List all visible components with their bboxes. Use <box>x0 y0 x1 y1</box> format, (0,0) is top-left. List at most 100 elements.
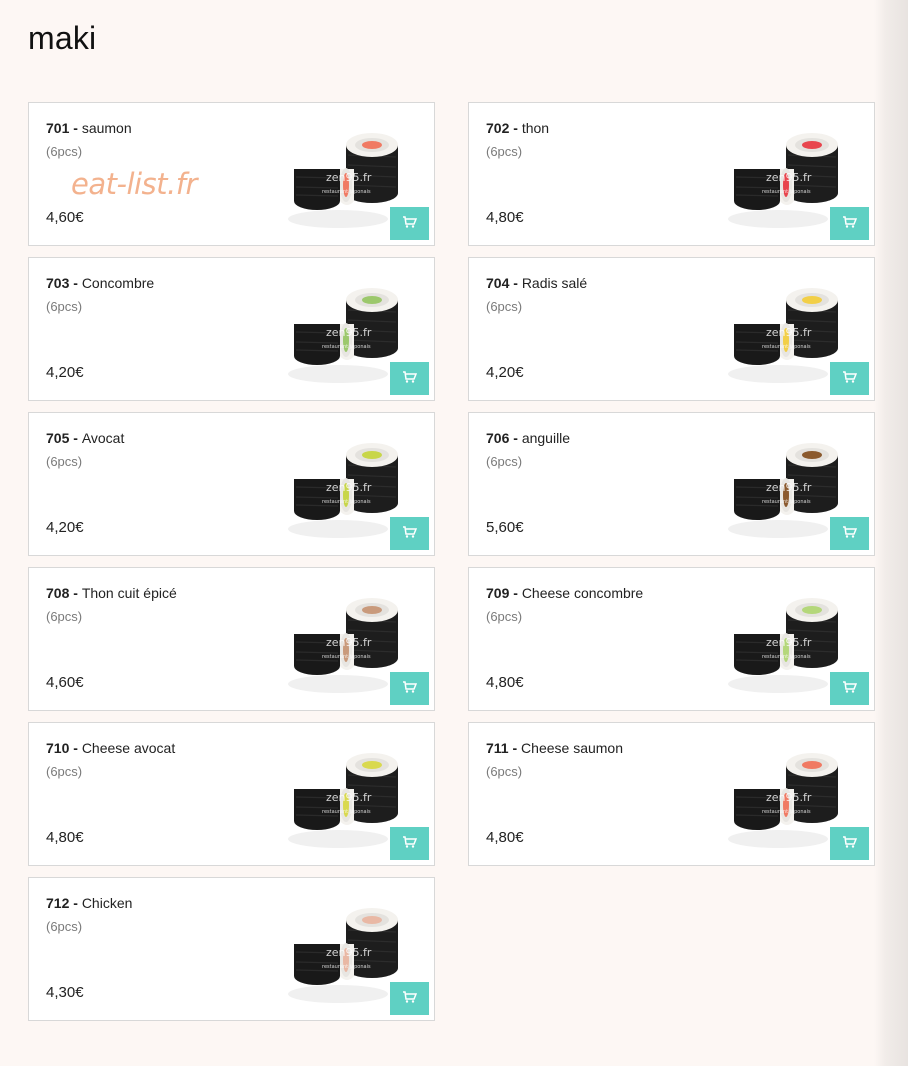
image-caption: zen95.fr <box>326 791 372 804</box>
product-label: Cheese concombre <box>521 585 644 601</box>
product-label: Radis salé <box>521 275 588 291</box>
image-subcaption: restaurant japonais <box>762 189 811 195</box>
product-name: 701 - saumon <box>46 120 132 136</box>
product-code: 705 <box>46 430 70 446</box>
image-subcaption: restaurant japonais <box>762 809 811 815</box>
image-caption: zen95.fr <box>326 481 372 494</box>
product-code: 711 <box>486 740 509 756</box>
add-to-cart-button[interactable] <box>830 517 869 550</box>
image-subcaption: restaurant japonais <box>762 499 811 505</box>
add-to-cart-button[interactable] <box>390 517 429 550</box>
product-card: 701 - saumon (6pcs) eat-list.fr 4,60€ ze… <box>28 102 435 246</box>
product-price: 5,60€ <box>486 519 524 536</box>
add-to-cart-button[interactable] <box>830 362 869 395</box>
shopping-cart-icon <box>842 371 857 386</box>
product-portion: (6pcs) <box>486 299 523 314</box>
product-name: 702 - thon <box>486 120 550 136</box>
image-caption: zen95.fr <box>766 171 812 184</box>
image-caption: zen95.fr <box>766 636 812 649</box>
product-label: Cheese avocat <box>81 740 176 756</box>
image-subcaption: restaurant japonais <box>322 809 371 815</box>
image-caption: zen95.fr <box>766 481 812 494</box>
image-caption: zen95.fr <box>326 946 372 959</box>
image-caption: zen95.fr <box>326 636 372 649</box>
product-code: 712 <box>46 895 70 911</box>
image-caption: zen95.fr <box>326 326 372 339</box>
add-to-cart-button[interactable] <box>830 827 869 860</box>
image-subcaption: restaurant japonais <box>322 964 371 970</box>
product-card: 709 - Cheese concombre (6pcs) 4,80€ zen9… <box>468 567 875 711</box>
product-code: 701 <box>46 120 70 136</box>
add-to-cart-button[interactable] <box>390 827 429 860</box>
shopping-cart-icon <box>402 681 417 696</box>
image-subcaption: restaurant japonais <box>322 344 371 350</box>
product-card: 708 - Thon cuit épicé (6pcs) 4,60€ zen95… <box>28 567 435 711</box>
shopping-cart-icon <box>842 681 857 696</box>
product-portion: (6pcs) <box>486 454 523 469</box>
product-card: 706 - anguille (6pcs) 5,60€ zen95.fr res… <box>468 412 875 556</box>
product-portion: (6pcs) <box>46 454 83 469</box>
product-code: 708 <box>46 585 70 601</box>
product-card: 710 - Cheese avocat (6pcs) 4,80€ zen95.f… <box>28 722 435 866</box>
product-portion: (6pcs) <box>46 609 83 624</box>
image-caption: zen95.fr <box>766 791 812 804</box>
image-subcaption: restaurant japonais <box>762 344 811 350</box>
product-price: 4,80€ <box>486 829 524 846</box>
image-caption: zen95.fr <box>326 171 372 184</box>
product-label: Avocat <box>81 430 125 446</box>
product-price: 4,30€ <box>46 984 84 1001</box>
shopping-cart-icon <box>402 526 417 541</box>
product-portion: (6pcs) <box>46 144 83 159</box>
image-subcaption: restaurant japonais <box>322 499 371 505</box>
product-name: 712 - Chicken <box>46 895 133 911</box>
product-code: 709 <box>486 585 510 601</box>
shopping-cart-icon <box>402 836 417 851</box>
product-card: 704 - Radis salé (6pcs) 4,20€ zen95.fr r… <box>468 257 875 401</box>
product-code: 710 <box>46 740 70 756</box>
add-to-cart-button[interactable] <box>830 207 869 240</box>
product-price: 4,60€ <box>46 674 84 691</box>
product-grid: 701 - saumon (6pcs) eat-list.fr 4,60€ ze… <box>28 102 875 1021</box>
page-title: maki <box>28 20 97 56</box>
shopping-cart-icon <box>842 526 857 541</box>
product-card: 705 - Avocat (6pcs) 4,20€ zen95.fr resta… <box>28 412 435 556</box>
product-price: 4,20€ <box>46 364 84 381</box>
add-to-cart-button[interactable] <box>830 672 869 705</box>
image-subcaption: restaurant japonais <box>322 654 371 660</box>
product-name: 703 - Concombre <box>46 275 155 291</box>
product-portion: (6pcs) <box>486 609 523 624</box>
product-price: 4,80€ <box>486 209 524 226</box>
page-right-shadow <box>874 0 908 1066</box>
product-portion: (6pcs) <box>46 299 83 314</box>
image-subcaption: restaurant japonais <box>762 654 811 660</box>
product-price: 4,20€ <box>486 364 524 381</box>
product-portion: (6pcs) <box>486 764 523 779</box>
product-name: 709 - Cheese concombre <box>486 585 644 601</box>
shopping-cart-icon <box>842 836 857 851</box>
product-label: anguille <box>521 430 571 446</box>
product-code: 702 <box>486 120 510 136</box>
shopping-cart-icon <box>402 216 417 231</box>
add-to-cart-button[interactable] <box>390 982 429 1015</box>
product-portion: (6pcs) <box>46 919 83 934</box>
product-label: Cheese saumon <box>521 740 623 756</box>
add-to-cart-button[interactable] <box>390 362 429 395</box>
product-portion: (6pcs) <box>46 764 83 779</box>
product-name: 704 - Radis salé <box>486 275 588 291</box>
product-label: Concombre <box>81 275 155 291</box>
product-price: 4,20€ <box>46 519 84 536</box>
product-label: thon <box>521 120 550 136</box>
product-label: Thon cuit épicé <box>81 585 177 601</box>
product-price: 4,80€ <box>46 829 84 846</box>
watermark-text: eat-list.fr <box>71 167 197 201</box>
image-caption: zen95.fr <box>766 326 812 339</box>
product-card: 702 - thon (6pcs) 4,80€ zen95.fr restaur… <box>468 102 875 246</box>
product-name: 705 - Avocat <box>46 430 125 446</box>
product-name: 710 - Cheese avocat <box>46 740 176 756</box>
add-to-cart-button[interactable] <box>390 207 429 240</box>
product-card: 712 - Chicken (6pcs) 4,30€ zen95.fr rest… <box>28 877 435 1021</box>
add-to-cart-button[interactable] <box>390 672 429 705</box>
product-label: saumon <box>81 120 132 136</box>
product-name: 711 - Cheese saumon <box>486 740 623 756</box>
product-label: Chicken <box>81 895 133 911</box>
